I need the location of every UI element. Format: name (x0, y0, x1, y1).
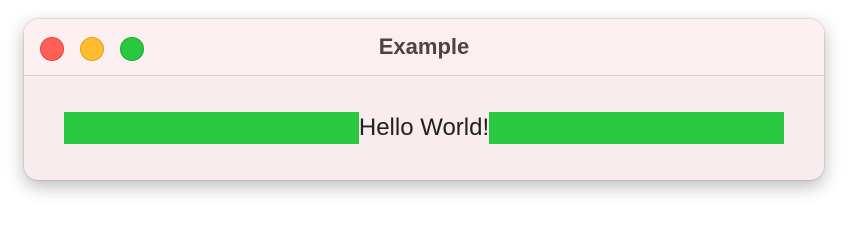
window-title: Example (378, 34, 470, 59)
left-green-spacer (64, 112, 359, 144)
app-window: Example Hello World! (24, 19, 824, 180)
hello-label: Hello World! (358, 114, 490, 141)
hello-row: Hello World! (64, 112, 785, 144)
right-green-spacer (489, 112, 785, 144)
title-bar[interactable]: Example (24, 19, 824, 76)
window-content: Hello World! (24, 76, 824, 180)
